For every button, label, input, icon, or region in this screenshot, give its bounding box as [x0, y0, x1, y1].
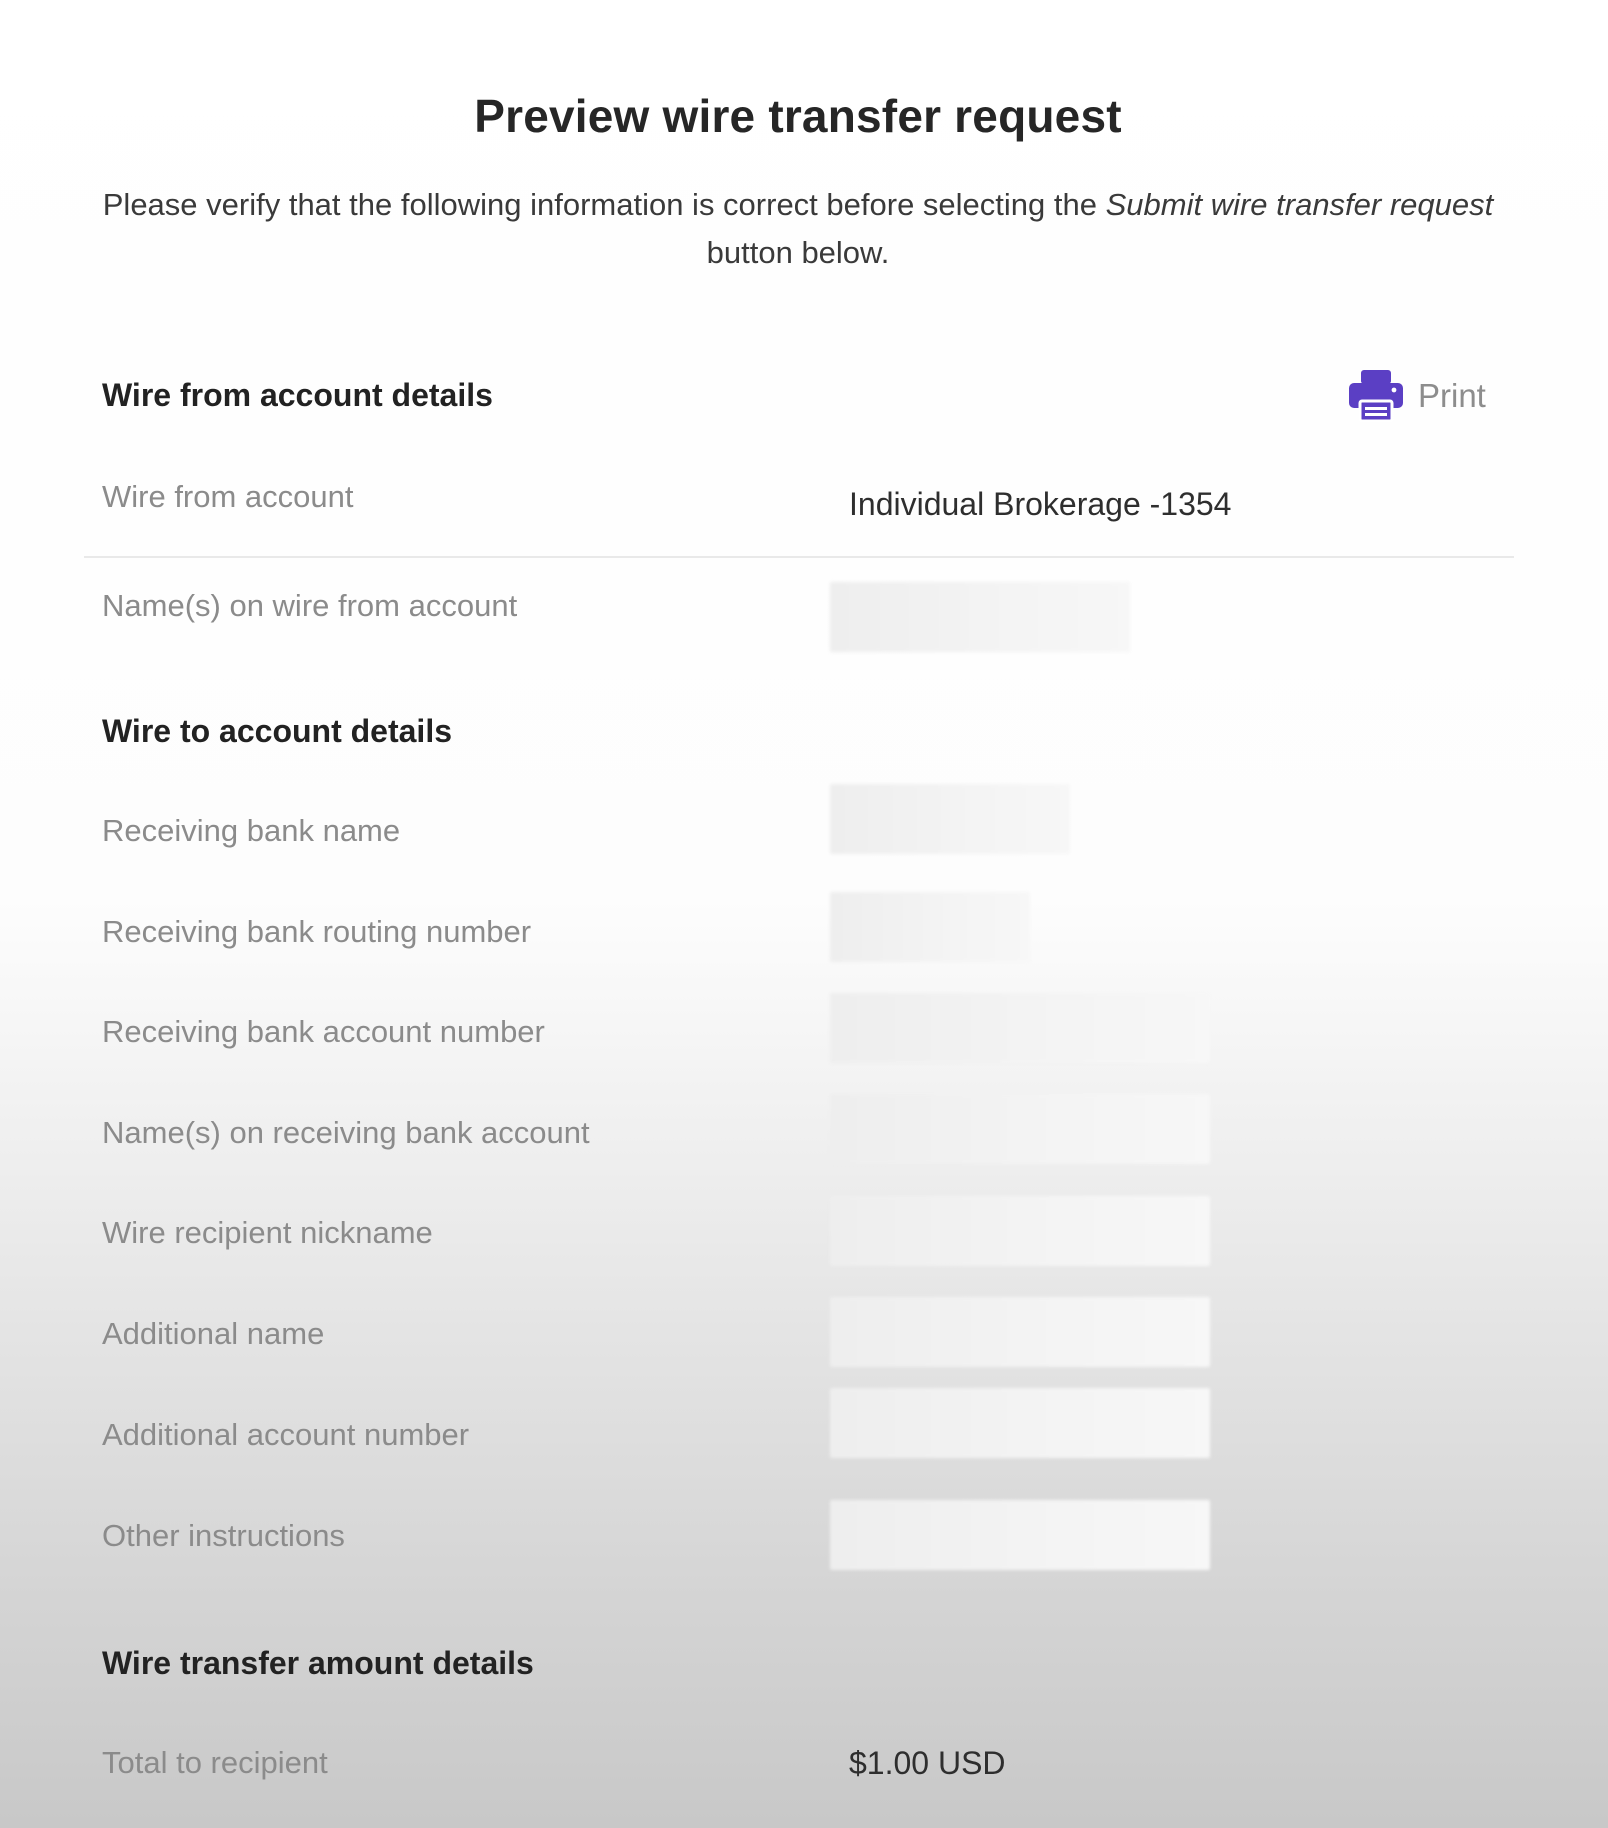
page-title: Preview wire transfer request	[474, 89, 1122, 142]
redacted-value	[830, 582, 1130, 652]
redacted-value	[830, 1297, 1210, 1367]
row-divider	[84, 556, 1514, 558]
additional-name-label: Additional name	[102, 1316, 325, 1351]
wire-from-heading: Wire from account details	[102, 377, 493, 413]
intro-text-end: button below.	[706, 235, 890, 270]
redacted-value	[830, 1196, 1210, 1266]
redacted-value	[830, 1500, 1210, 1570]
other-instructions-label: Other instructions	[102, 1518, 345, 1553]
amount-details-heading: Wire transfer amount details	[102, 1645, 534, 1681]
wire-from-account-label: Wire from account	[102, 479, 354, 514]
printer-icon	[1349, 370, 1403, 422]
print-button[interactable]: Print	[1348, 368, 1498, 424]
redacted-value	[830, 784, 1070, 854]
redacted-value	[830, 892, 1030, 962]
account-number-label: Receiving bank account number	[102, 1014, 545, 1049]
names-on-from-account-label: Name(s) on wire from account	[102, 588, 518, 623]
total-to-recipient-label: Total to recipient	[102, 1745, 328, 1780]
names-on-receiving-account-label: Name(s) on receiving bank account	[102, 1115, 590, 1150]
recipient-nickname-label: Wire recipient nickname	[102, 1215, 433, 1250]
wire-to-heading: Wire to account details	[102, 713, 452, 749]
receiving-bank-name-label: Receiving bank name	[102, 813, 401, 848]
intro-text: Please verify that the following informa…	[70, 181, 1526, 277]
print-label: Print	[1418, 377, 1486, 414]
additional-account-number-label: Additional account number	[102, 1417, 470, 1452]
redacted-value	[830, 1094, 1210, 1164]
intro-submit-emphasis: Submit wire transfer request	[1105, 187, 1494, 222]
total-to-recipient-value: $1.00 USD	[849, 1745, 1006, 1781]
intro-text-start: Please verify that the following informa…	[102, 187, 1106, 222]
redacted-value	[830, 993, 1210, 1063]
routing-number-label: Receiving bank routing number	[102, 914, 532, 949]
wire-from-account-value: Individual Brokerage -1354	[849, 486, 1232, 522]
redacted-value	[830, 1388, 1210, 1458]
